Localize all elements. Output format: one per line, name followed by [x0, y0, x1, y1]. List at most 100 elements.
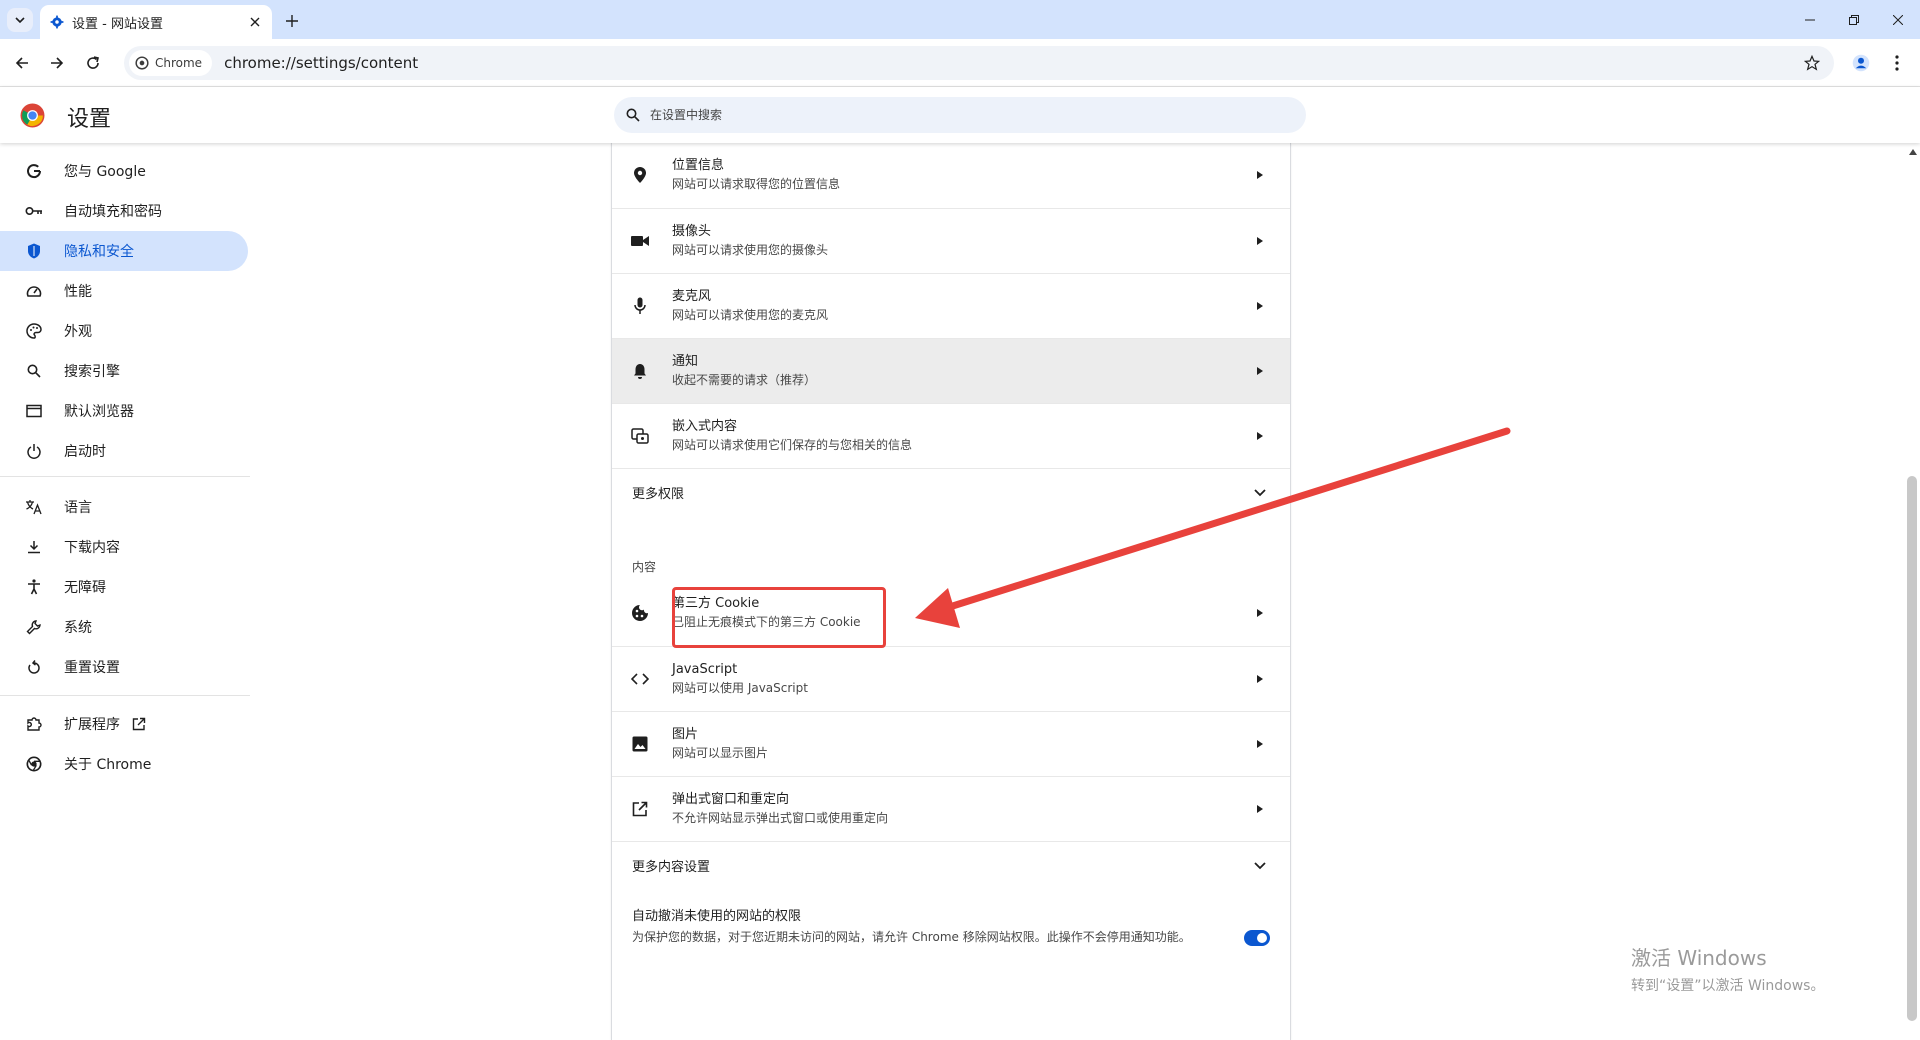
power-icon: [24, 441, 44, 461]
more-content-settings-expander[interactable]: 更多内容设置: [612, 841, 1290, 889]
sidebar-item-label: 您与 Google: [64, 164, 146, 180]
scrollbar-thumb[interactable]: [1907, 476, 1917, 1021]
restore-button[interactable]: [1832, 0, 1876, 39]
page-title: 设置: [67, 107, 112, 132]
active-tab[interactable]: 设置 - 网站设置: [40, 5, 272, 39]
sidebar-item-appearance[interactable]: 外观: [0, 311, 248, 351]
auto-revoke-toggle[interactable]: [1244, 930, 1270, 946]
more-menu-button[interactable]: [1884, 50, 1910, 76]
settings-gear-icon: [50, 15, 64, 29]
more-permissions-expander[interactable]: 更多权限: [612, 468, 1290, 516]
minimize-button[interactable]: [1788, 0, 1832, 39]
sidebar-item-label: 下载内容: [64, 540, 120, 556]
permission-row-camera[interactable]: 摄像头网站可以请求使用您的摄像头: [612, 208, 1290, 273]
sidebar-item-about-chrome[interactable]: 关于 Chrome: [0, 744, 248, 784]
chrome-icon: [135, 56, 149, 70]
reload-button[interactable]: [80, 50, 106, 76]
forward-button[interactable]: [44, 50, 70, 76]
settings-search[interactable]: [614, 97, 1306, 133]
new-tab-button[interactable]: [281, 10, 303, 32]
settings-sidebar: 您与 Google 自动填充和密码 隐私和安全 性能 外观 搜索引擎 默认浏览器…: [0, 143, 250, 1040]
arrow-right-icon: [1252, 736, 1268, 752]
row-title: 摄像头: [672, 224, 712, 239]
browser-window-icon: [24, 401, 44, 421]
sidebar-item-privacy[interactable]: 隐私和安全: [0, 231, 248, 271]
content-row-javascript[interactable]: JavaScript 网站可以使用 JavaScript: [612, 646, 1290, 711]
permission-row-location[interactable]: 位置信息 网站可以请求取得您的位置信息: [612, 143, 1290, 208]
watermark-subtitle: 转到“设置”以激活 Windows。: [1631, 978, 1825, 994]
browser-toolbar: Chrome chrome://settings/content: [0, 39, 1920, 87]
embedded-content-icon: [630, 426, 650, 446]
sidebar-item-label: 自动填充和密码: [64, 204, 162, 220]
more-vertical-icon: [1895, 55, 1899, 71]
row-subtitle: 已阻止无痕模式下的第三方 Cookie: [672, 615, 861, 629]
restore-icon: [1849, 14, 1859, 25]
sidebar-item-label: 无障碍: [64, 580, 106, 596]
sidebar-item-reset[interactable]: 重置设置: [0, 647, 248, 687]
watermark-title: 激活 Windows: [1631, 946, 1767, 970]
sidebar-item-you-and-google[interactable]: 您与 Google: [0, 151, 248, 191]
tab-close-button[interactable]: [246, 13, 264, 31]
arrow-right-icon: [1252, 428, 1268, 444]
scroll-up-arrow[interactable]: [1906, 146, 1920, 158]
site-info-chip[interactable]: Chrome: [129, 50, 213, 76]
permission-row-embedded-content[interactable]: 嵌入式内容网站可以请求使用它们保存的与您相关的信息: [612, 403, 1290, 468]
sidebar-item-autofill[interactable]: 自动填充和密码: [0, 191, 248, 231]
sidebar-item-label: 重置设置: [64, 660, 120, 676]
sidebar-item-label: 默认浏览器: [64, 404, 134, 420]
sidebar-item-label: 搜索引擎: [64, 364, 120, 380]
sidebar-item-on-startup[interactable]: 启动时: [0, 431, 248, 471]
expander-label: 更多权限: [632, 487, 685, 502]
row-subtitle: 网站可以请求使用它们保存的与您相关的信息: [672, 438, 913, 452]
sidebar-item-label: 语言: [64, 500, 92, 516]
reset-icon: [24, 657, 44, 677]
permission-row-microphone[interactable]: 麦克风 网站可以请求使用您的麦克风: [612, 273, 1290, 338]
content-row-third-party-cookies[interactable]: 第三方 Cookie 已阻止无痕模式下的第三方 Cookie: [612, 581, 1290, 646]
close-window-button[interactable]: [1876, 0, 1920, 39]
sidebar-item-downloads[interactable]: 下载内容: [0, 527, 248, 567]
sidebar-item-performance[interactable]: 性能: [0, 271, 248, 311]
row-subtitle: 网站可以请求使用您的摄像头: [672, 243, 829, 257]
image-icon: [630, 734, 650, 754]
permission-row-notifications[interactable]: 通知 收起不需要的请求（推荐）: [612, 338, 1290, 403]
camera-icon: [630, 231, 650, 251]
code-icon: [630, 669, 650, 689]
sidebar-item-label: 外观: [64, 324, 92, 340]
row-subtitle: 网站可以使用 JavaScript: [672, 681, 808, 695]
row-subtitle: 网站可以请求取得您的位置信息: [672, 177, 841, 191]
open-external-icon: [630, 799, 650, 819]
row-title: 嵌入式内容: [672, 419, 738, 434]
content-row-popups[interactable]: 弹出式窗口和重定向 不允许网站显示弹出式窗口或使用重定向: [612, 776, 1290, 841]
sidebar-item-search-engine[interactable]: 搜索引擎: [0, 351, 248, 391]
sidebar-item-extensions[interactable]: 扩展程序: [0, 704, 248, 744]
sidebar-item-system[interactable]: 系统: [0, 607, 248, 647]
bookmark-button[interactable]: [1802, 53, 1822, 73]
shield-icon: [24, 241, 44, 261]
arrow-right-icon: [51, 57, 64, 69]
arrow-right-icon: [1252, 233, 1268, 249]
content-row-images[interactable]: 图片 网站可以显示图片: [612, 711, 1290, 776]
sidebar-item-accessibility[interactable]: 无障碍: [0, 567, 248, 607]
search-icon: [626, 108, 640, 122]
row-title: 弹出式窗口和重定向: [672, 792, 790, 807]
tab-search-button[interactable]: [7, 8, 33, 32]
auto-revoke-setting: 自动撤消未使用的网站的权限 为保护您的数据，对于您近期未访问的网站，请允许 Ch…: [632, 908, 1232, 946]
sidebar-item-languages[interactable]: 语言: [0, 487, 248, 527]
sidebar-item-default-browser[interactable]: 默认浏览器: [0, 391, 248, 431]
auto-revoke-title: 自动撤消未使用的网站的权限: [632, 909, 802, 924]
profile-button[interactable]: [1848, 50, 1874, 76]
reload-icon: [87, 56, 99, 69]
search-input[interactable]: [648, 107, 1248, 123]
avatar-icon: [1852, 54, 1870, 72]
row-subtitle: 收起不需要的请求（推荐）: [672, 373, 817, 387]
windows-activation-watermark: 激活 Windows 转到“设置”以激活 Windows。: [1631, 942, 1824, 995]
address-bar[interactable]: Chrome chrome://settings/content: [124, 46, 1834, 80]
chevron-down-icon: [1254, 862, 1266, 870]
sidebar-item-label: 隐私和安全: [64, 244, 134, 260]
arrow-right-icon: [1252, 298, 1268, 314]
url-text[interactable]: chrome://settings/content: [224, 54, 418, 72]
microphone-icon: [630, 296, 650, 316]
back-button[interactable]: [9, 50, 35, 76]
palette-icon: [24, 321, 44, 341]
sidebar-item-label: 关于 Chrome: [64, 757, 152, 773]
